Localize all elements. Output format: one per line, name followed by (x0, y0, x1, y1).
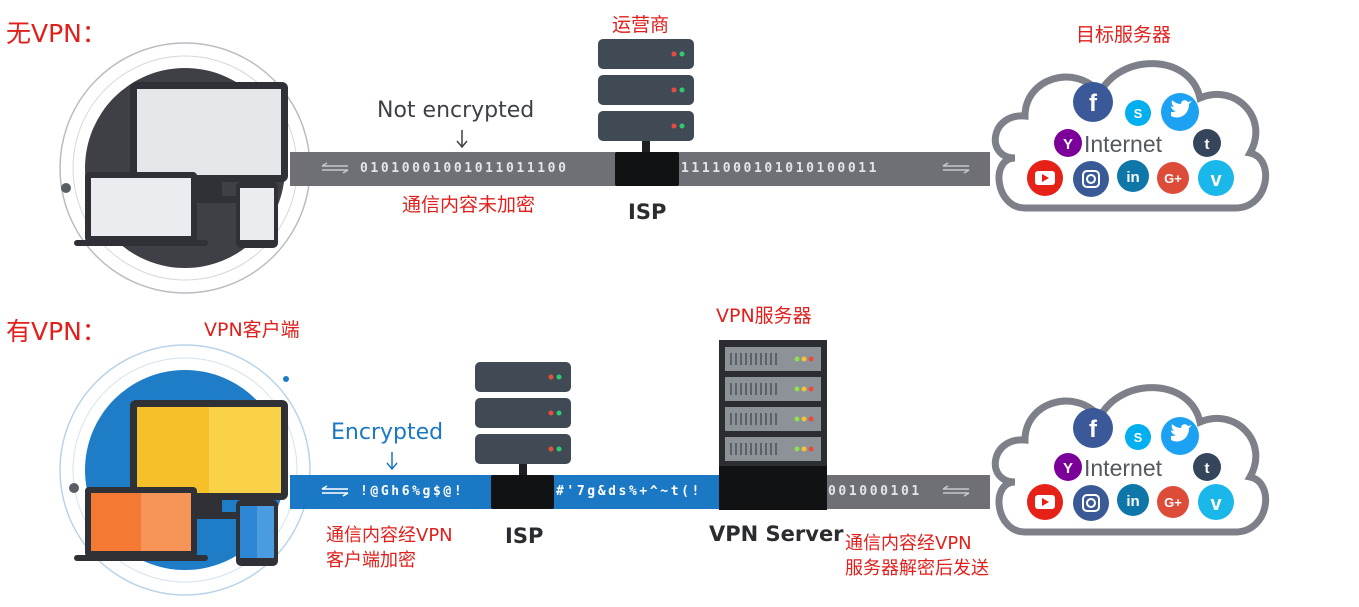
down-arrow-icon (386, 452, 398, 471)
svg-text:v: v (1210, 169, 1222, 191)
svg-text:v: v (1210, 493, 1222, 515)
client-encrypt-note-line1: 通信内容经VPN (326, 525, 453, 546)
target-server-label: 目标服务器 (1076, 24, 1172, 46)
svg-text:f: f (1089, 416, 1098, 443)
vpn-server-label: VPN Server (709, 522, 844, 546)
instagram-icon (1073, 485, 1109, 521)
cipher-text-2: #'7g&ds%+^~t(! (556, 484, 702, 499)
svg-text:G+: G+ (1164, 495, 1182, 510)
isp-operator-label: 运营商 (612, 14, 670, 36)
down-arrow-icon (456, 130, 468, 149)
server-decrypt-note-line1: 通信内容经VPN (845, 533, 972, 554)
laptop-icon (74, 172, 208, 246)
svg-text:S: S (1134, 430, 1143, 445)
svg-text:in: in (1126, 493, 1139, 510)
svg-text:Y: Y (1063, 460, 1073, 477)
svg-text:S: S (1134, 106, 1143, 121)
svg-text:f: f (1089, 90, 1098, 117)
isp-label: ISP (505, 524, 544, 548)
internet-label: Internet (1084, 455, 1162, 481)
isp-label: ISP (628, 200, 667, 224)
client-encrypt-note-line2: 客户端加密 (326, 550, 416, 571)
decor-dot (69, 483, 79, 493)
tablet-icon (236, 500, 278, 566)
unencrypted-note: 通信内容未加密 (402, 194, 536, 216)
svg-text:t: t (1205, 460, 1210, 477)
cipher-text-1: !@Gh6%g$@! (360, 484, 465, 499)
no-vpn-heading: 无VPN： (6, 19, 107, 48)
with-vpn-heading: 有VPN： (6, 317, 107, 346)
top-scene: f S Y t in G+ v (59, 39, 1266, 294)
decor-dot (61, 183, 71, 193)
server-decrypt-note-line2: 服务器解密后发送 (845, 558, 989, 579)
tablet-icon (236, 182, 278, 248)
internet-label: Internet (1084, 131, 1162, 157)
svg-text:G+: G+ (1164, 171, 1182, 186)
vpn-client-label: VPN客户端 (204, 319, 300, 341)
not-encrypted-label: Not encrypted (377, 98, 535, 123)
encrypted-label: Encrypted (331, 420, 444, 445)
vpn-server-cn-label: VPN服务器 (716, 305, 812, 327)
vpn-server-rack-icon (719, 340, 827, 510)
laptop-icon (74, 487, 208, 561)
diagram-canvas: f S Y t in G+ v f S Y t in G+ v (59, 39, 1359, 596)
instagram-icon (1073, 161, 1109, 197)
plain-bits-right: 001000101 (828, 484, 922, 499)
decor-dot (283, 376, 289, 382)
plain-bits-right: 1111000101010100011 (681, 161, 880, 176)
svg-text:in: in (1126, 169, 1139, 186)
plain-bits-left: 01010001001011011100 (360, 161, 569, 176)
svg-text:Y: Y (1063, 136, 1073, 153)
svg-text:t: t (1205, 136, 1210, 153)
